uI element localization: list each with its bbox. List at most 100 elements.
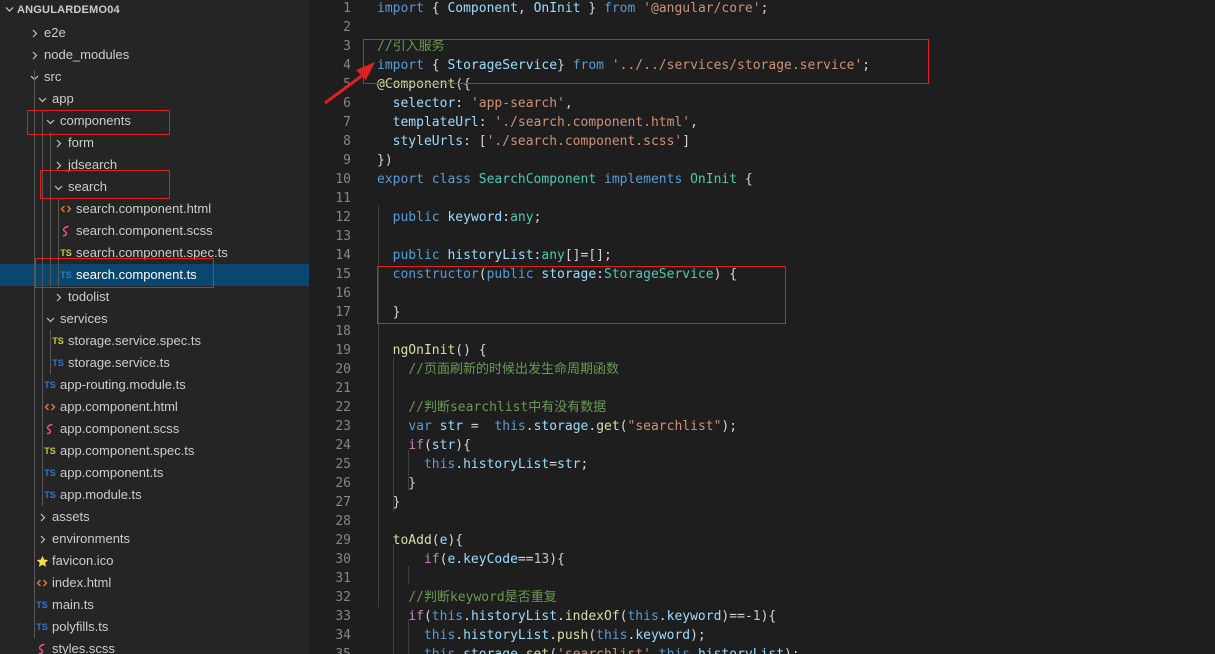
tree-item-label: main.ts [52,597,94,612]
tree-file[interactable]: TS storage.service.spec.ts [0,330,309,352]
line-number: 18 [335,324,351,339]
line-number: 20 [335,362,351,377]
tree-folder[interactable]: app [0,88,309,110]
code-line[interactable]: 14 public historyList:any[]=[]; [315,246,1215,265]
code-line[interactable]: 30 if(e.keyCode==13){ [315,550,1215,569]
tree-file[interactable]: TS app.component.ts [0,462,309,484]
tree-folder[interactable]: todolist [0,286,309,308]
line-number: 26 [335,476,351,491]
code-line[interactable]: 33 if(this.historyList.indexOf(this.keyw… [315,607,1215,626]
tree-file[interactable]: app.component.scss [0,418,309,440]
tree-file[interactable]: TS storage.service.ts [0,352,309,374]
line-number: 8 [343,134,351,149]
code-line[interactable]: 2 [315,18,1215,37]
code-line[interactable]: 19 ngOnInit() { [315,341,1215,360]
line-number: 11 [335,191,351,206]
tree-file[interactable]: TS main.ts [0,594,309,616]
tree-file[interactable]: TS app.module.ts [0,484,309,506]
scss-file-icon [42,418,58,440]
explorer-header[interactable]: ANGULARDEMO04 [0,0,309,22]
tree-file[interactable]: TS polyfills.ts [0,616,309,638]
tree-folder[interactable]: src [0,66,309,88]
indent-guide [393,544,394,654]
code-text: //判断searchlist中有没有数据 [408,400,607,415]
annotation-box [35,258,214,288]
line-number: 16 [335,286,351,301]
tree-item-label: polyfills.ts [52,619,109,634]
code-line[interactable]: 31 [315,569,1215,588]
tree-folder[interactable]: node_modules [0,44,309,66]
line-number: 25 [335,457,351,472]
chevron-down-icon [42,308,58,330]
chevron-right-icon [34,528,50,550]
indent-guide [34,70,35,638]
tree-file[interactable]: search.component.scss [0,220,309,242]
line-number: 9 [343,153,351,168]
code-line[interactable]: 34 this.historyList.push(this.keyword); [315,626,1215,645]
tree-folder[interactable]: services [0,308,309,330]
tree-file[interactable]: favicon.ico [0,550,309,572]
tree-folder[interactable]: form [0,132,309,154]
tree-folder[interactable]: e2e [0,22,309,44]
code-text: public historyList:any[]=[]; [392,248,612,263]
chevron-right-icon [26,44,42,66]
tree-file[interactable]: search.component.html [0,198,309,220]
scss-file-icon [58,220,74,242]
code-text: this.historyList.push(this.keyword); [423,628,706,643]
line-number: 1 [343,1,351,16]
code-line[interactable]: 21 [315,379,1215,398]
code-line[interactable]: 25 this.historyList=str; [315,455,1215,474]
code-line[interactable]: 20 //页面刷新的时候出发生命周期函数 [315,360,1215,379]
tree-folder[interactable]: environments [0,528,309,550]
code-text: this.storage.set('searchlist',this.histo… [377,645,800,654]
code-line[interactable]: 13 [315,227,1215,246]
code-line[interactable]: 29 toAdd(e){ [315,531,1215,550]
line-number: 12 [335,210,351,225]
annotation-box [27,110,170,135]
line-number: 10 [335,172,351,187]
code-line[interactable]: 22 //判断searchlist中有没有数据 [315,398,1215,417]
code-line[interactable]: 11 [315,189,1215,208]
annotation-box [40,170,170,199]
code-text: }) [377,153,393,168]
code-line[interactable]: 8 styleUrls: ['./search.component.scss'] [315,132,1215,151]
code-text: //判断keyword是否重复 [408,590,557,605]
code-line[interactable]: 28 [315,512,1215,531]
code-line[interactable]: 10 export class SearchComponent implement… [315,170,1215,189]
ts-spec-file-icon: TS [52,336,64,346]
tree-file[interactable]: TS app-routing.module.ts [0,374,309,396]
ts-file-icon: TS [36,622,48,632]
code-line[interactable]: 35 this.storage.set('searchlist',this.hi… [315,645,1215,654]
tree-item-label: environments [52,531,131,546]
line-number: 34 [335,628,351,643]
code-line[interactable]: 9}) [315,151,1215,170]
code-text: if(e.keyCode==13){ [423,552,565,567]
line-number: 22 [335,400,351,415]
annotation-box [377,266,786,324]
tree-file[interactable]: styles.scss [0,638,309,654]
code-line[interactable]: 24 if(str){ [315,436,1215,455]
tree-file[interactable]: index.html [0,572,309,594]
code-line[interactable]: 12 public keyword:any; [315,208,1215,227]
code-text: toAdd(e){ [392,533,464,548]
code-line[interactable]: 32 //判断keyword是否重复 [315,588,1215,607]
code-line[interactable]: 1 import { Component, OnInit } from '@ang… [315,0,1215,18]
code-line[interactable]: 7 templateUrl: './search.component.html'… [315,113,1215,132]
tree-file[interactable]: TS app.component.spec.ts [0,440,309,462]
code-text: styleUrls: ['./search.component.scss'] [392,134,691,149]
tree-folder[interactable]: assets [0,506,309,528]
line-number: 14 [335,248,351,263]
code-line[interactable]: 23 var str = this.storage.get("searchlis… [315,417,1215,436]
code-editor[interactable]: 1 import { Component, OnInit } from '@ang… [315,0,1215,654]
code-line[interactable]: 26 } [315,474,1215,493]
explorer-title: ANGULARDEMO04 [17,4,120,16]
star-icon [34,550,50,572]
tree-item-label: index.html [52,575,112,590]
tree-file[interactable]: app.component.html [0,396,309,418]
tree-item-label: form [68,135,94,150]
code-line[interactable]: 18 [315,322,1215,341]
code-line[interactable]: 27 } [315,493,1215,512]
line-number: 28 [335,514,351,529]
code-line[interactable]: 6 selector: 'app-search', [315,94,1215,113]
ts-file-icon: TS [44,468,56,478]
